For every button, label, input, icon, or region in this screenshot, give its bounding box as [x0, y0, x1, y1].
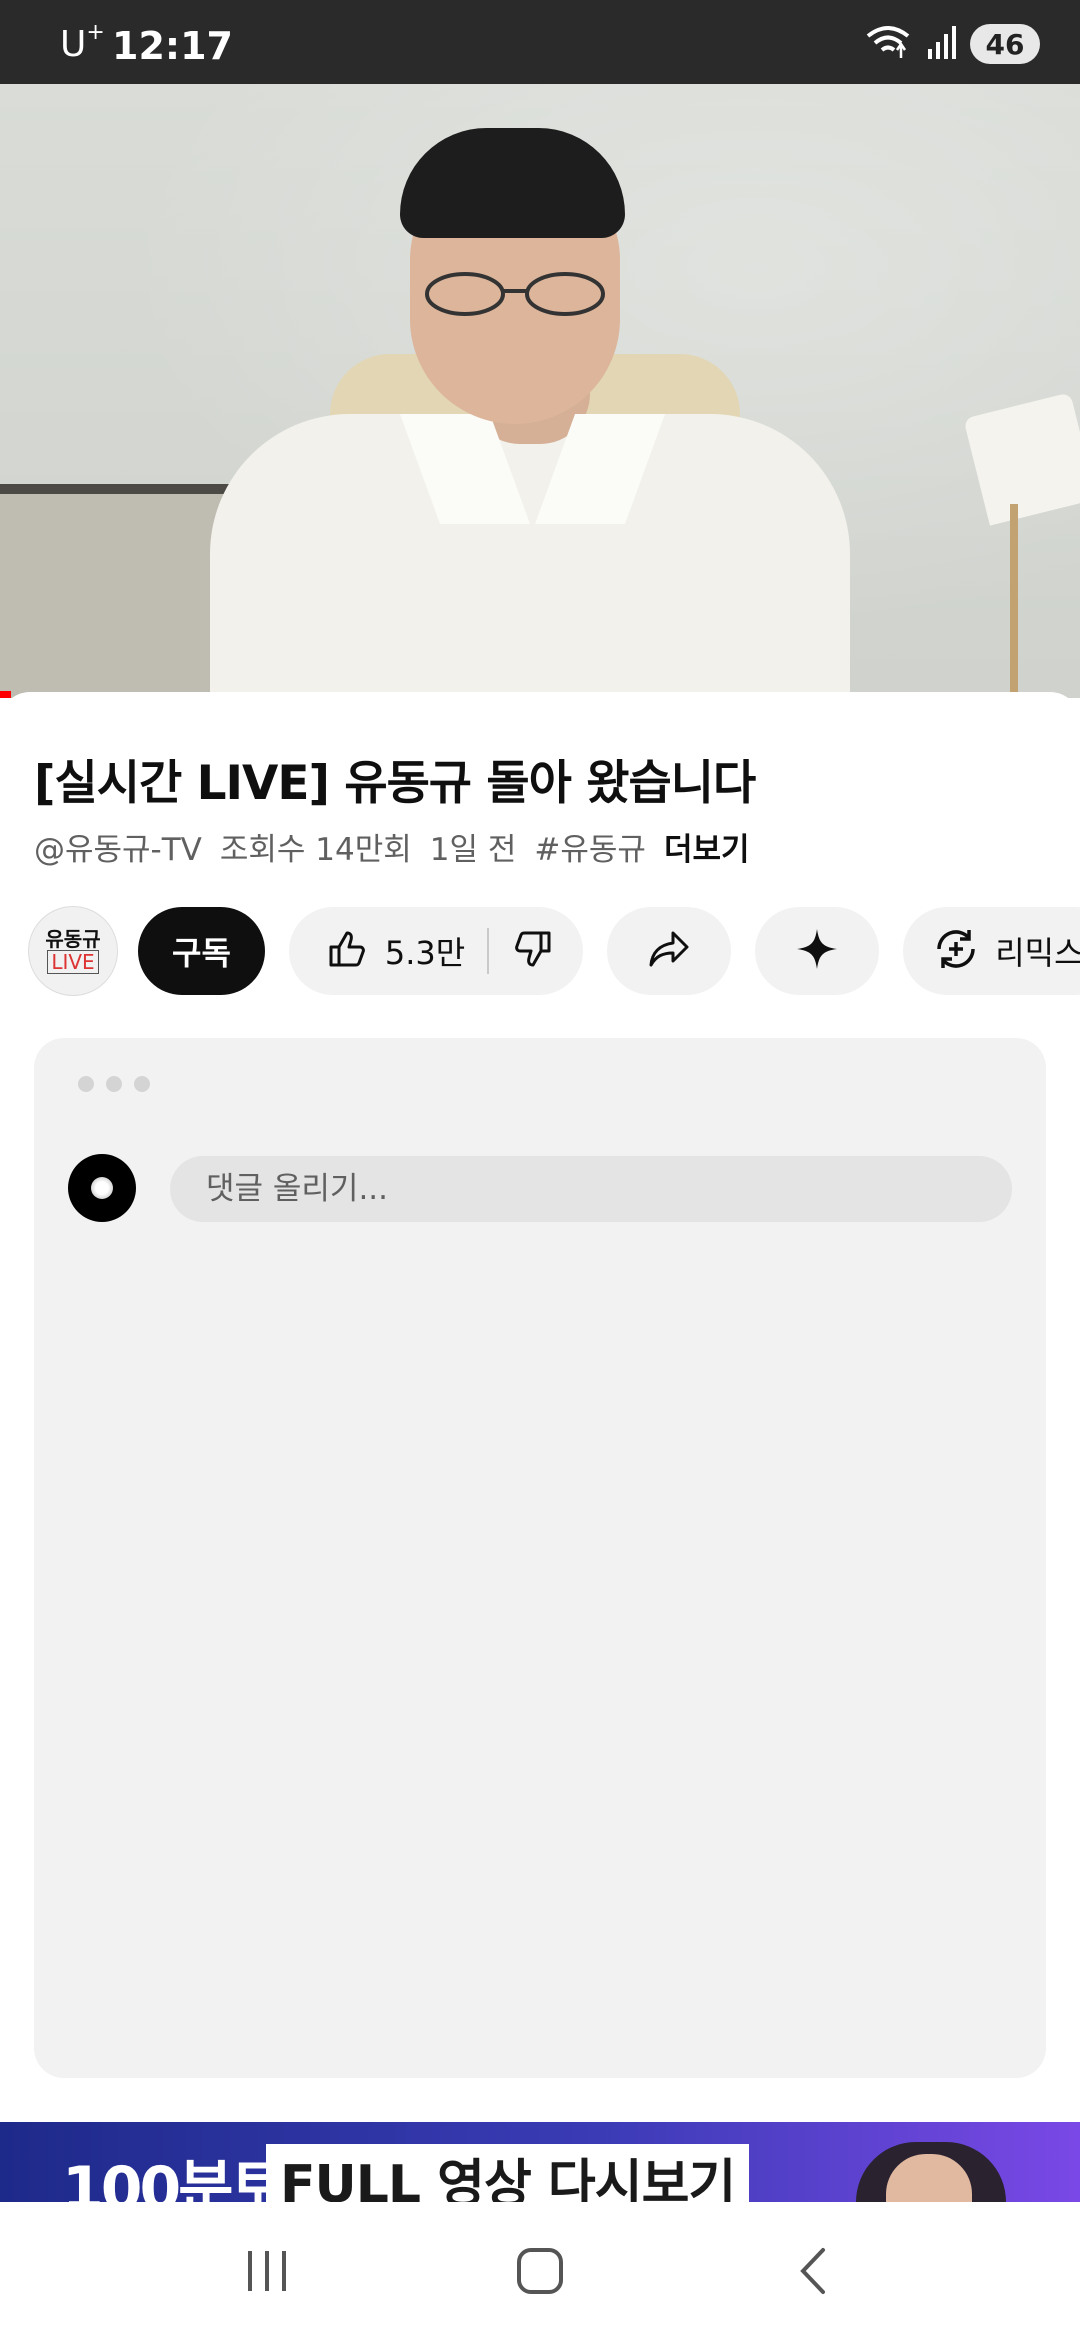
banner-label: FULL 영상 다시보기: [266, 2144, 750, 2206]
video-player[interactable]: [0, 84, 1080, 698]
channel-handle[interactable]: @유동규-TV: [34, 824, 202, 869]
wifi-icon: [864, 22, 912, 66]
subscribe-button[interactable]: 구독: [138, 907, 265, 995]
share-button[interactable]: [607, 907, 732, 995]
view-count: 조회수 14만회: [219, 832, 412, 868]
like-dislike-group: 5.3만: [288, 907, 584, 995]
remix-button[interactable]: 리믹스: [903, 907, 1080, 995]
upload-age: 1일 전: [429, 832, 517, 868]
back-button[interactable]: [753, 2221, 873, 2321]
remix-icon: [931, 924, 981, 978]
comments-card[interactable]: [34, 1038, 1046, 2078]
thumbs-up-icon[interactable]: [325, 927, 369, 975]
sparkle-icon: [795, 927, 839, 975]
loading-dots: [78, 1076, 150, 1092]
share-icon: [645, 927, 693, 975]
signal-icon: [926, 25, 956, 63]
thumbs-down-icon[interactable]: [511, 927, 555, 975]
video-title[interactable]: [실시간 LIVE] 유동규 돌아 왔습니다: [34, 744, 1054, 813]
comment-input[interactable]: [170, 1156, 1012, 1222]
status-icons: 46: [864, 22, 1040, 66]
channel-avatar-line1: 유동규: [45, 927, 101, 951]
video-meta: @유동규-TV 조회수 14만회 1일 전 #유동규 더보기: [34, 824, 750, 869]
battery-indicator: 46: [970, 24, 1040, 64]
carrier-label: U+: [60, 20, 105, 65]
video-details-sheet: [실시간 LIVE] 유동규 돌아 왔습니다 @유동규-TV 조회수 14만회 …: [0, 692, 1080, 2342]
remix-label: 리믹스: [995, 934, 1080, 972]
user-avatar: [68, 1154, 136, 1222]
more-link[interactable]: 더보기: [664, 824, 750, 869]
recent-apps-icon: [247, 2251, 286, 2291]
video-glasses: [425, 272, 605, 316]
action-row: 유동규 LIVE 구독 5.3만 리믹스: [28, 906, 1080, 996]
video-person-shirt: [210, 414, 850, 698]
hashtag-link[interactable]: #유동규: [534, 824, 646, 869]
status-time: 12:17: [112, 24, 233, 68]
status-bar: U+ 12:17 46: [0, 0, 1080, 84]
back-icon: [800, 2248, 826, 2294]
home-button[interactable]: [480, 2221, 600, 2321]
home-icon: [516, 2248, 563, 2294]
video-progress-bar[interactable]: [0, 691, 11, 698]
channel-avatar[interactable]: 유동규 LIVE: [28, 906, 118, 996]
system-nav-bar: [0, 2202, 1080, 2340]
video-lamp-arm: [1010, 504, 1018, 698]
recent-apps-button[interactable]: [207, 2221, 327, 2321]
like-divider: [487, 928, 490, 974]
like-count: 5.3만: [384, 934, 466, 972]
ask-button[interactable]: [755, 907, 880, 995]
channel-avatar-line2: LIVE: [47, 950, 99, 974]
promo-banner[interactable]: 100분토론 FULL 영상 다시보기: [0, 2122, 1080, 2206]
